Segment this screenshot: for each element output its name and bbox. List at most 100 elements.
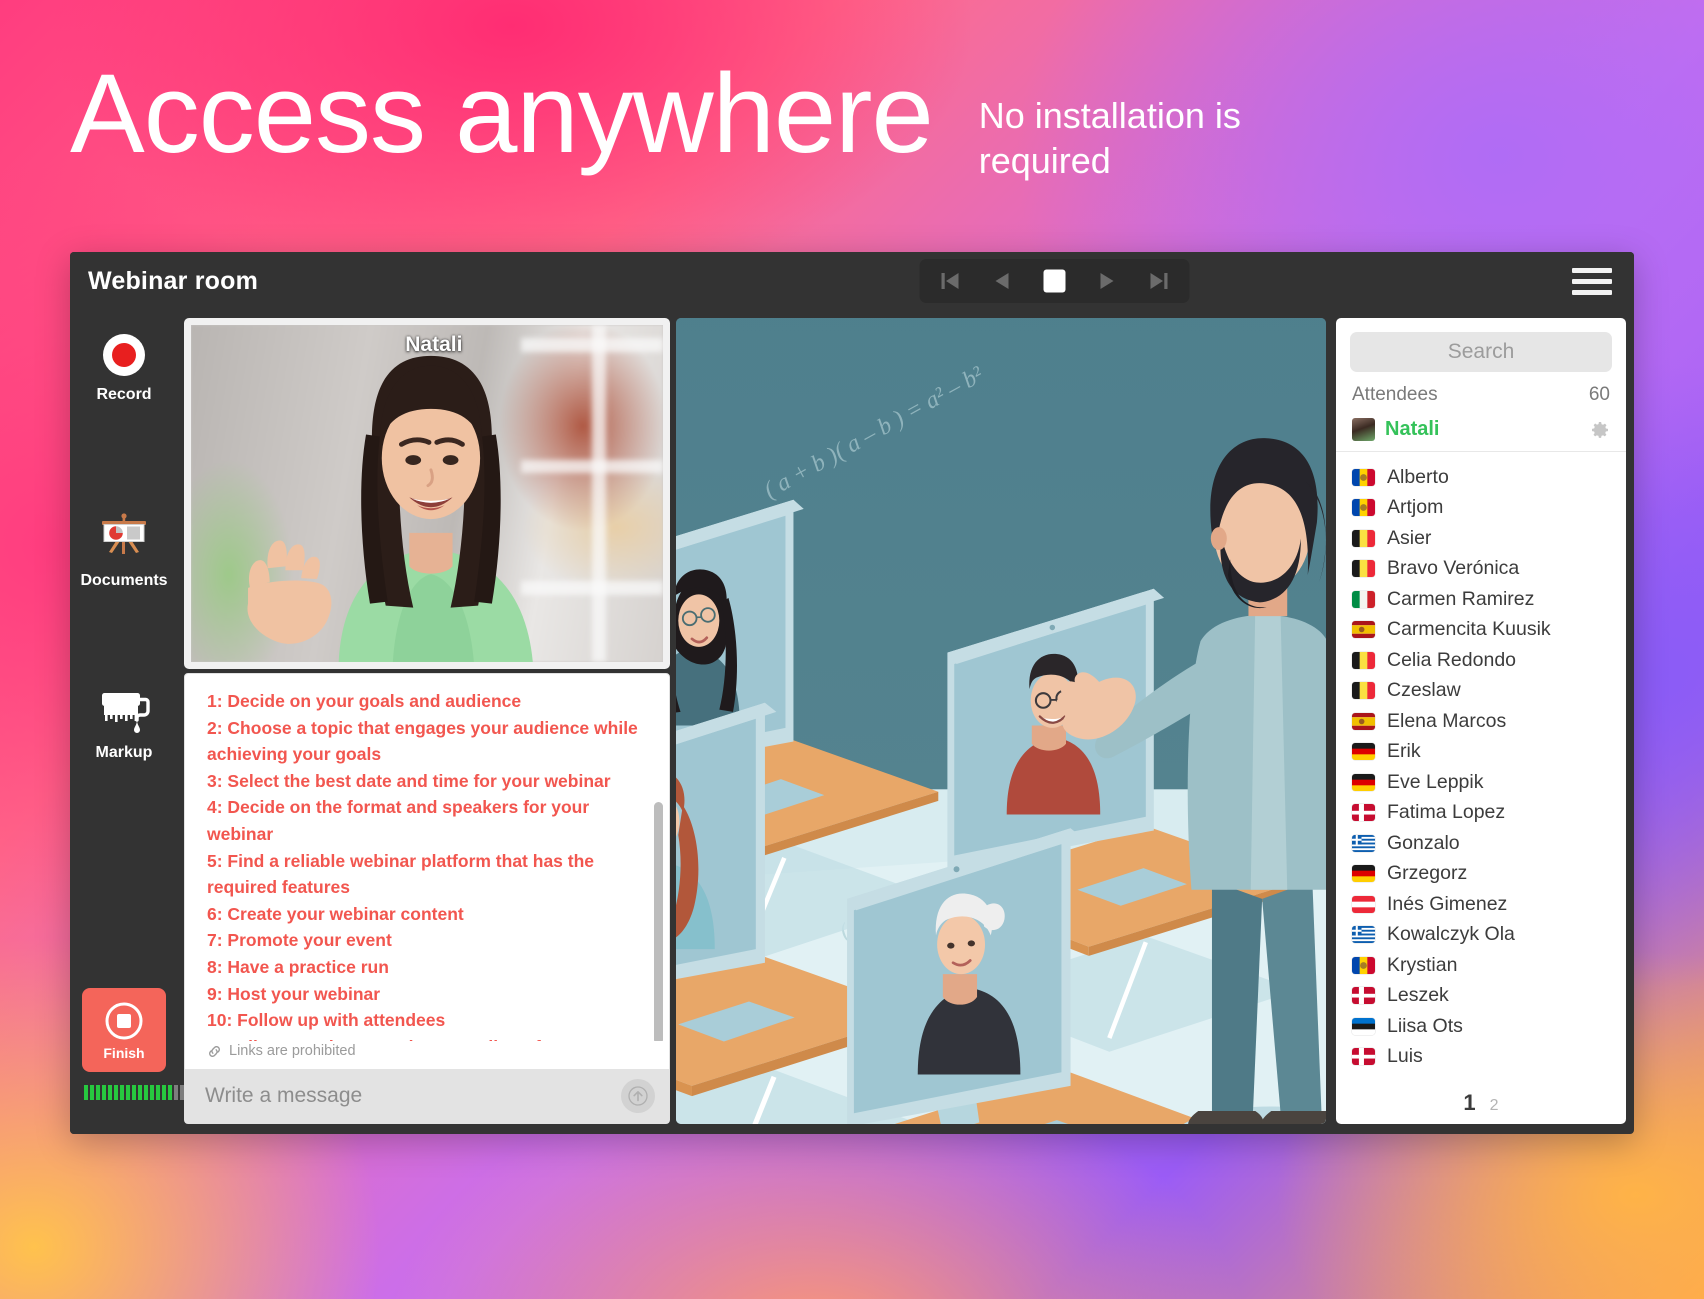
attendee-row[interactable]: Grzegorz — [1352, 859, 1610, 890]
attendee-name: Asier — [1387, 526, 1432, 549]
attendee-row[interactable]: Erik — [1352, 737, 1610, 768]
menu-line — [1572, 278, 1612, 284]
record-icon — [103, 334, 145, 376]
hero-banner: Access anywhere No installation is requi… — [70, 58, 1634, 183]
meter-bar — [162, 1085, 166, 1100]
flag-dk-icon — [1352, 1048, 1375, 1066]
presentation-board-icon — [102, 513, 146, 554]
next-icon — [1100, 273, 1114, 289]
attendee-row[interactable]: Alberto — [1352, 462, 1610, 493]
attendee-row[interactable]: Asier — [1352, 523, 1610, 554]
window-title: Webinar room — [88, 266, 259, 295]
chat-message: 1: Decide on your goals and audience — [207, 691, 522, 711]
flag-at-icon — [1352, 895, 1375, 913]
attendee-name: Eve Leppik — [1387, 770, 1484, 793]
attendees-count: 60 — [1588, 384, 1610, 405]
flag-be-icon — [1352, 651, 1375, 669]
attendee-country-flag — [1352, 926, 1375, 944]
chat-input[interactable]: Write a message — [205, 1084, 621, 1108]
flag-be-icon — [1352, 560, 1375, 578]
menu-line — [1572, 289, 1612, 295]
finish-button[interactable]: Finish — [82, 988, 166, 1072]
stop-button[interactable] — [1032, 264, 1078, 298]
chat-input-bar[interactable]: Write a message — [185, 1069, 669, 1123]
search-input[interactable]: Search — [1350, 332, 1612, 372]
attendee-country-flag — [1352, 712, 1375, 730]
meter-bar — [156, 1085, 160, 1100]
attendee-country-flag — [1352, 956, 1375, 974]
sidebar-item-documents[interactable]: Documents — [70, 512, 178, 590]
previous-button[interactable] — [980, 264, 1026, 298]
attendee-row[interactable]: Bravo Verónica — [1352, 554, 1610, 585]
attendee-row[interactable]: Carmen Ramirez — [1352, 584, 1610, 615]
attendee-row[interactable]: Carmencita Kuusik — [1352, 615, 1610, 646]
skip-to-start-button[interactable] — [928, 264, 974, 298]
meter-bar — [168, 1085, 172, 1100]
flag-ee-icon — [1352, 1017, 1375, 1035]
attendee-host-row[interactable]: Natali — [1336, 414, 1626, 452]
flag-be-icon — [1352, 682, 1375, 700]
meter-bar — [90, 1085, 94, 1100]
attendee-row[interactable]: Czeslaw — [1352, 676, 1610, 707]
attendee-row[interactable]: Elena Marcos — [1352, 706, 1610, 737]
sidebar-item-markup[interactable]: Markup — [70, 688, 178, 762]
chat-message: 9: Host your webinar — [207, 983, 381, 1004]
tool-rail: Record Documents Markup Finish — [70, 310, 214, 1134]
chat-scrollbar[interactable] — [654, 802, 663, 1041]
sidebar-item-record[interactable]: Record — [70, 332, 178, 404]
search-placeholder: Search — [1447, 340, 1515, 363]
flag-de-icon — [1352, 865, 1375, 883]
skip-back-icon — [941, 273, 959, 289]
meter-bar — [150, 1085, 154, 1100]
chat-message: 3: Select the best date and time for you… — [207, 770, 611, 791]
attendee-row[interactable]: Kowalczyk Ola — [1352, 920, 1610, 951]
arrow-up-icon — [628, 1086, 648, 1106]
attendee-row[interactable]: Fatima Lopez — [1352, 798, 1610, 829]
page-1-button[interactable]: 1 — [1463, 1090, 1475, 1116]
hamburger-menu-icon[interactable] — [1572, 264, 1612, 298]
menu-line — [1572, 267, 1612, 273]
attendee-row[interactable]: Liisa Ots — [1352, 1011, 1610, 1042]
send-message-button[interactable] — [621, 1079, 655, 1113]
presentation-stage[interactable]: ( a + b )( a – b ) = a² – b² df = f ’( x… — [676, 318, 1326, 1124]
attendee-country-flag — [1352, 621, 1375, 639]
flag-md-icon — [1352, 499, 1375, 517]
chat-message: 11: Allow people to watch a recording of… — [207, 1034, 647, 1041]
link-icon — [209, 1045, 220, 1057]
flag-it-icon — [1352, 590, 1375, 608]
chat-message: 2: Choose a topic that engages your audi… — [207, 717, 638, 765]
attendee-row[interactable]: Luis — [1352, 1042, 1610, 1073]
meter-bar — [96, 1085, 100, 1100]
flag-gr-icon — [1352, 926, 1375, 944]
avatar — [1352, 418, 1375, 441]
finish-button-label: Finish — [103, 1044, 145, 1061]
meter-bar — [102, 1085, 106, 1100]
attendee-row[interactable]: Gonzalo — [1352, 828, 1610, 859]
flag-md-icon — [1352, 956, 1375, 974]
chat-message-list[interactable]: 1: Decide on your goals and audience 2: … — [185, 674, 669, 1041]
gear-icon[interactable] — [1590, 420, 1610, 440]
attendee-row[interactable]: Eve Leppik — [1352, 767, 1610, 798]
previous-icon — [995, 273, 1009, 289]
virtual-classroom-illustration: ( a + b )( a – b ) = a² – b² df = f ’( x… — [676, 318, 1326, 1124]
stop-circle-icon — [105, 1002, 143, 1039]
pagination: 1 2 — [1336, 1078, 1626, 1120]
attendee-country-flag — [1352, 590, 1375, 608]
attendee-name: Celia Redondo — [1387, 648, 1517, 671]
meter-bar — [114, 1085, 118, 1100]
attendee-row[interactable]: Krystian — [1352, 950, 1610, 981]
attendee-row[interactable]: Inés Gimenez — [1352, 889, 1610, 920]
speaker-video-tile[interactable]: Natali — [184, 318, 670, 669]
attendees-panel: Search Attendees 60 Natali Alberto Artjom… — [1336, 318, 1626, 1124]
playback-controls — [919, 259, 1190, 303]
sidebar-item-label: Markup — [95, 744, 153, 761]
attendee-row[interactable]: Leszek — [1352, 981, 1610, 1012]
meter-bar — [108, 1085, 112, 1100]
next-button[interactable] — [1084, 264, 1130, 298]
attendee-row[interactable]: Celia Redondo — [1352, 645, 1610, 676]
attendee-name: Bravo Verónica — [1387, 557, 1520, 580]
attendee-list[interactable]: Alberto Artjom Asier Bravo Verónica Carmen R… — [1336, 452, 1626, 1078]
page-2-button[interactable]: 2 — [1490, 1097, 1499, 1115]
skip-to-end-button[interactable] — [1136, 264, 1182, 298]
attendee-row[interactable]: Artjom — [1352, 493, 1610, 524]
